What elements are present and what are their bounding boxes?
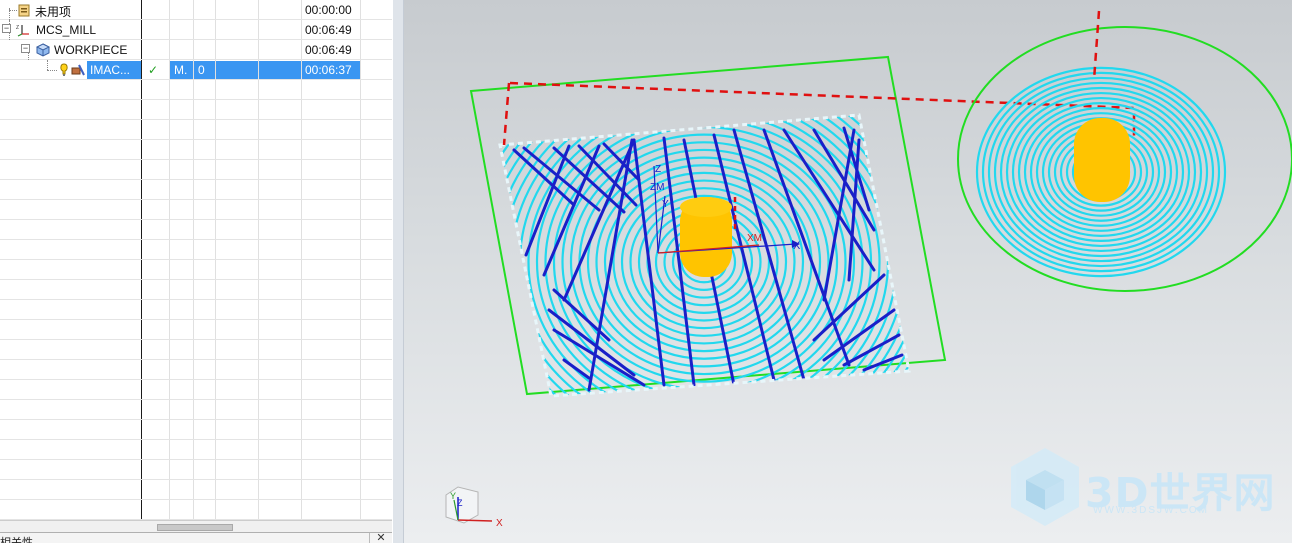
workpiece-icon xyxy=(36,43,50,57)
method-cell: M. xyxy=(174,63,188,77)
time-cell: 00:00:00 xyxy=(305,3,352,17)
zm-axis-label: ZM xyxy=(650,182,664,193)
tree-label: WORKPIECE xyxy=(54,43,128,57)
pane-splitter[interactable] xyxy=(393,0,404,543)
time-cell: 00:06:49 xyxy=(305,23,352,37)
mcs-icon: Z xyxy=(16,25,29,37)
tree-row-unused[interactable]: 未用项 00:00:00 xyxy=(0,0,392,20)
collapse-icon[interactable]: − xyxy=(2,24,11,33)
scrollbar-thumb[interactable] xyxy=(157,524,233,531)
panel-title: 相关性 xyxy=(0,537,33,543)
warning-bulb-icon xyxy=(60,63,68,76)
dependencies-panel: 相关性 ✕ xyxy=(0,532,392,543)
triad-y-label: Y xyxy=(450,491,456,501)
unused-items-icon xyxy=(18,4,30,17)
part-cylinder-iso xyxy=(1074,118,1130,202)
navigator-grid: 未用项 00:00:00 − Z MCS_MILL 00:06:49 − WOR… xyxy=(0,0,392,520)
watermark-url: WWW.3DSJW.COM xyxy=(1093,505,1209,516)
operation-navigator: 未用项 00:00:00 − Z MCS_MILL 00:06:49 − WOR… xyxy=(0,0,394,543)
z-axis-label: Z xyxy=(655,164,661,175)
xm-axis-label: XM xyxy=(747,233,762,244)
triad-z-label: Z xyxy=(457,498,463,508)
tree-label: MCS_MILL xyxy=(36,23,97,37)
time-cell: 00:06:37 xyxy=(305,63,352,77)
collapse-icon[interactable]: − xyxy=(21,44,30,53)
graphics-viewport[interactable]: X XM Z ZM Y X Y Z 3D世界网 WWW.3DSJW.COM xyxy=(404,0,1292,543)
tree-row-operation[interactable]: IMAC... ✓ M. 0 00:06:37 xyxy=(0,60,392,80)
time-cell: 00:06:49 xyxy=(305,43,352,57)
svg-text:Z: Z xyxy=(16,25,19,31)
y-axis-label: Y xyxy=(662,199,669,210)
count-cell: 0 xyxy=(198,63,205,77)
triad-x-label: X xyxy=(496,518,503,529)
tree-row-mcs-mill[interactable]: − Z MCS_MILL 00:06:49 xyxy=(0,20,392,40)
part-cylinder xyxy=(680,197,732,277)
tree-row-workpiece[interactable]: − WORKPIECE 00:06:49 xyxy=(0,40,392,60)
tree-label: 未用项 xyxy=(35,5,72,19)
tree-label: IMAC... xyxy=(90,63,131,77)
x-axis-label: X xyxy=(793,240,801,252)
panel-close-icon[interactable]: ✕ xyxy=(369,533,392,543)
check-icon: ✓ xyxy=(148,63,159,77)
watermark-logo-icon xyxy=(1011,448,1079,526)
operation-icon xyxy=(71,64,85,76)
view-orientation-triad: X Y Z xyxy=(445,486,503,529)
